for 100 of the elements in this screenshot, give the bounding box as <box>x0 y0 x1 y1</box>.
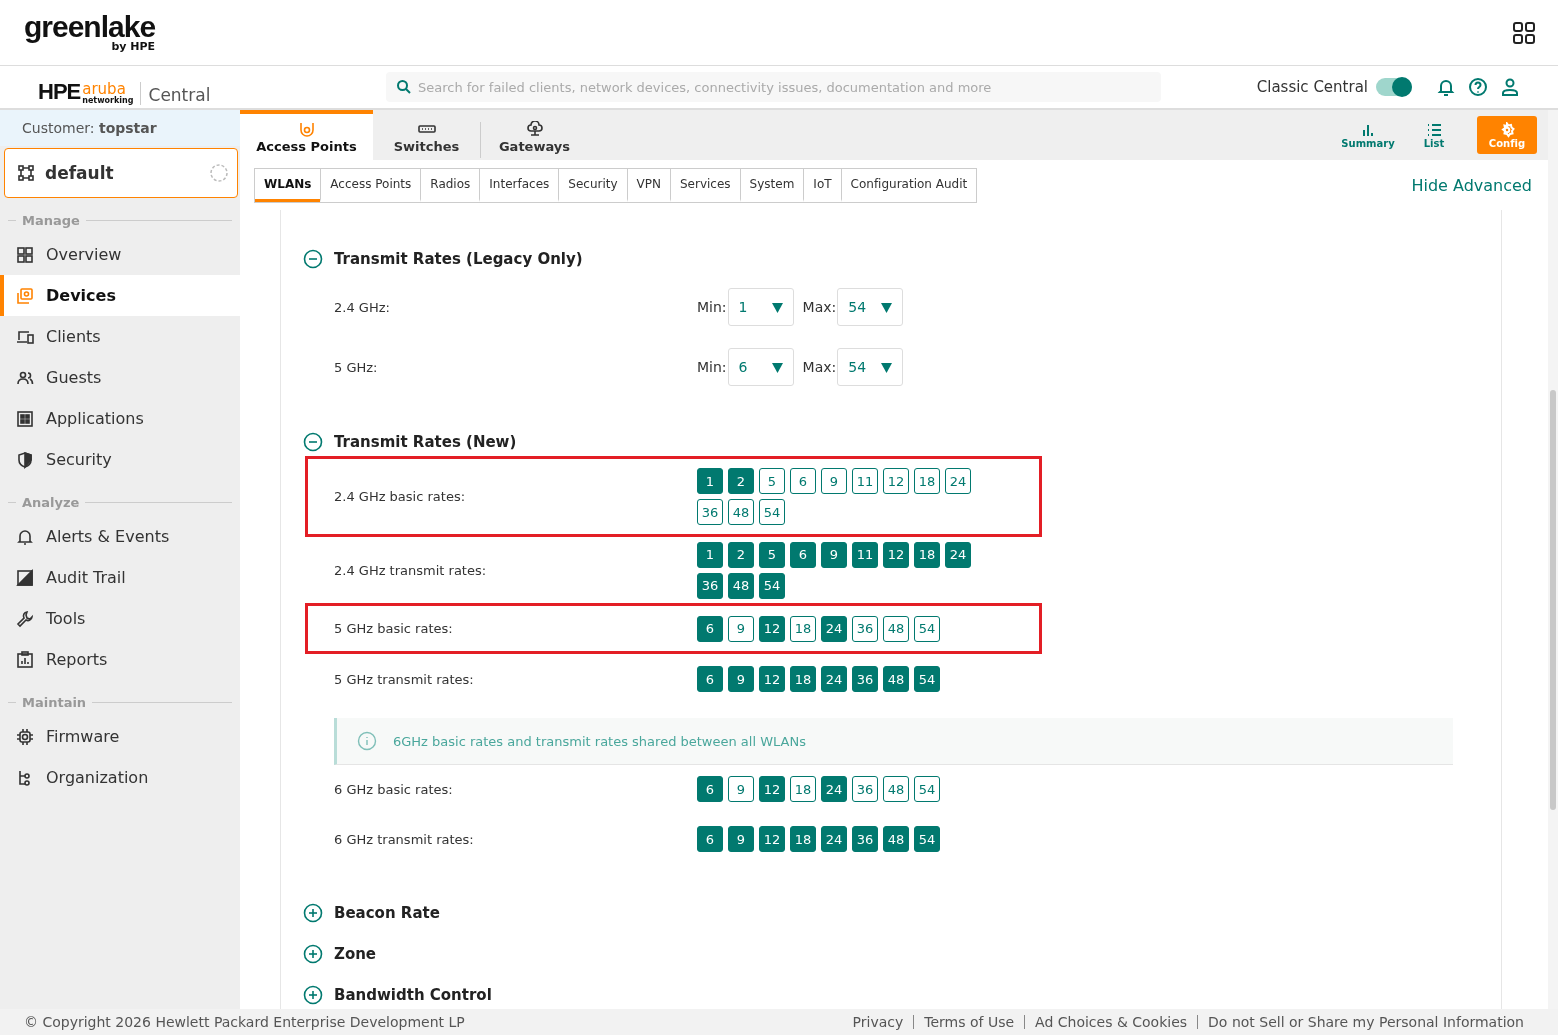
expand-icon[interactable] <box>303 985 323 1005</box>
rate-chip[interactable]: 36 <box>852 666 878 692</box>
hide-advanced-link[interactable]: Hide Advanced <box>1411 175 1532 195</box>
rate-chip[interactable]: 6 <box>790 468 816 494</box>
rate-chip[interactable]: 24 <box>945 468 971 494</box>
help-icon[interactable] <box>1468 77 1488 97</box>
rate-chip[interactable]: 9 <box>821 468 847 494</box>
rate-chip[interactable]: 18 <box>914 541 940 568</box>
rate-chip[interactable]: 5 <box>759 468 785 494</box>
nav-item[interactable]: Security <box>0 439 240 480</box>
user-icon[interactable] <box>1500 77 1520 97</box>
device-tab[interactable]: Gateways <box>481 110 588 160</box>
rate-chip[interactable]: 54 <box>759 499 785 525</box>
rate-chip[interactable]: 18 <box>790 666 816 692</box>
rate-chip[interactable]: 5 <box>759 541 785 568</box>
rate-chip[interactable]: 48 <box>883 776 909 802</box>
sub-tab[interactable]: IoT <box>803 168 841 202</box>
device-tab[interactable]: Switches <box>373 110 480 160</box>
rate-chip[interactable]: 2 <box>728 541 754 568</box>
rate-chip[interactable]: 1 <box>697 468 723 494</box>
rate-chip[interactable]: 54 <box>914 615 940 642</box>
rate-chip[interactable]: 6 <box>697 776 723 802</box>
rate-chip[interactable]: 18 <box>914 468 940 494</box>
rate-chip[interactable]: 12 <box>759 615 785 642</box>
nav-item[interactable]: Overview <box>0 234 240 275</box>
sub-tab[interactable]: Access Points <box>320 168 421 202</box>
footer-link[interactable]: Ad Choices & Cookies <box>1024 1015 1198 1029</box>
min-dropdown[interactable]: 1 <box>727 288 794 326</box>
expand-icon[interactable] <box>303 944 323 964</box>
rate-chip[interactable]: 6 <box>697 615 723 642</box>
rate-chip[interactable]: 54 <box>759 572 785 599</box>
app-grid-icon[interactable] <box>1512 20 1536 45</box>
nav-item[interactable]: Guests <box>0 357 240 398</box>
rate-chip[interactable]: 6 <box>790 541 816 568</box>
nav-item[interactable]: Tools <box>0 598 240 639</box>
rate-chip[interactable]: 9 <box>728 615 754 642</box>
nav-item[interactable]: Audit Trail <box>0 557 240 598</box>
rate-chip[interactable]: 9 <box>728 826 754 852</box>
footer-link[interactable]: Terms of Use <box>913 1015 1025 1029</box>
nav-item[interactable]: Alerts & Events <box>0 516 240 557</box>
rate-chip[interactable]: 1 <box>697 541 723 568</box>
footer-link[interactable]: Do not Sell or Share my Personal Information <box>1197 1015 1524 1029</box>
rate-chip[interactable]: 2 <box>728 468 754 494</box>
rate-chip[interactable]: 18 <box>790 826 816 852</box>
rate-chip[interactable]: 48 <box>728 499 754 525</box>
rate-chip[interactable]: 24 <box>821 666 847 692</box>
rate-chip[interactable]: 9 <box>728 666 754 692</box>
view-button[interactable]: Summary <box>1335 116 1401 154</box>
sub-tab[interactable]: Interfaces <box>479 168 559 202</box>
rate-chip[interactable]: 54 <box>914 826 940 852</box>
rate-chip[interactable]: 12 <box>883 541 909 568</box>
nav-item[interactable]: Applications <box>0 398 240 439</box>
group-selector[interactable]: default <box>4 148 238 198</box>
rate-chip[interactable]: 48 <box>728 572 754 599</box>
nav-item[interactable]: Firmware <box>0 716 240 757</box>
sub-tab[interactable]: VPN <box>626 168 670 202</box>
sub-tab[interactable]: Configuration Audit <box>840 168 977 202</box>
toggle-switch[interactable] <box>1376 78 1412 96</box>
rate-chip[interactable]: 12 <box>759 826 785 852</box>
rate-chip[interactable]: 6 <box>697 666 723 692</box>
rate-chip[interactable]: 54 <box>914 776 940 802</box>
rate-chip[interactable]: 36 <box>852 776 878 802</box>
device-tab[interactable]: Access Points <box>240 110 373 160</box>
rate-chip[interactable]: 36 <box>697 572 723 599</box>
nav-item[interactable]: Reports <box>0 639 240 680</box>
rate-chip[interactable]: 18 <box>790 776 816 802</box>
nav-item[interactable]: Devices <box>0 275 240 316</box>
rate-chip[interactable]: 48 <box>883 615 909 642</box>
rate-chip[interactable]: 24 <box>821 826 847 852</box>
sub-tab[interactable]: Services <box>670 168 740 202</box>
rate-chip[interactable]: 11 <box>852 468 878 494</box>
rate-chip[interactable]: 9 <box>821 541 847 568</box>
sub-tab[interactable]: System <box>739 168 804 202</box>
nav-item[interactable]: Organization <box>0 757 240 798</box>
search-field[interactable]: Search for failed clients, network devices, connectivity issues, documentation and more <box>386 72 1161 102</box>
rate-chip[interactable]: 12 <box>883 468 909 494</box>
rate-chip[interactable]: 9 <box>728 776 754 802</box>
view-button[interactable]: List <box>1401 116 1467 154</box>
collapse-icon[interactable] <box>303 249 323 269</box>
rate-chip[interactable]: 12 <box>759 776 785 802</box>
rate-chip[interactable]: 12 <box>759 666 785 692</box>
rate-chip[interactable]: 24 <box>821 776 847 802</box>
max-dropdown[interactable]: 54 <box>837 348 904 386</box>
min-dropdown[interactable]: 6 <box>727 348 794 386</box>
expand-icon[interactable] <box>303 903 323 923</box>
rate-chip[interactable]: 48 <box>883 826 909 852</box>
rate-chip[interactable]: 48 <box>883 666 909 692</box>
rate-chip[interactable]: 24 <box>821 615 847 642</box>
rate-chip[interactable]: 24 <box>945 541 971 568</box>
rate-chip[interactable]: 36 <box>852 826 878 852</box>
rate-chip[interactable]: 36 <box>697 499 723 525</box>
sub-tab[interactable]: Security <box>558 168 627 202</box>
sub-tab[interactable]: Radios <box>420 168 480 202</box>
footer-link[interactable]: Privacy <box>842 1015 914 1029</box>
rate-chip[interactable]: 6 <box>697 826 723 852</box>
rate-chip[interactable]: 11 <box>852 541 878 568</box>
max-dropdown[interactable]: 54 <box>837 288 904 326</box>
sub-tab[interactable]: WLANs <box>255 168 321 202</box>
rate-chip[interactable]: 54 <box>914 666 940 692</box>
bell-icon[interactable] <box>1436 77 1456 97</box>
